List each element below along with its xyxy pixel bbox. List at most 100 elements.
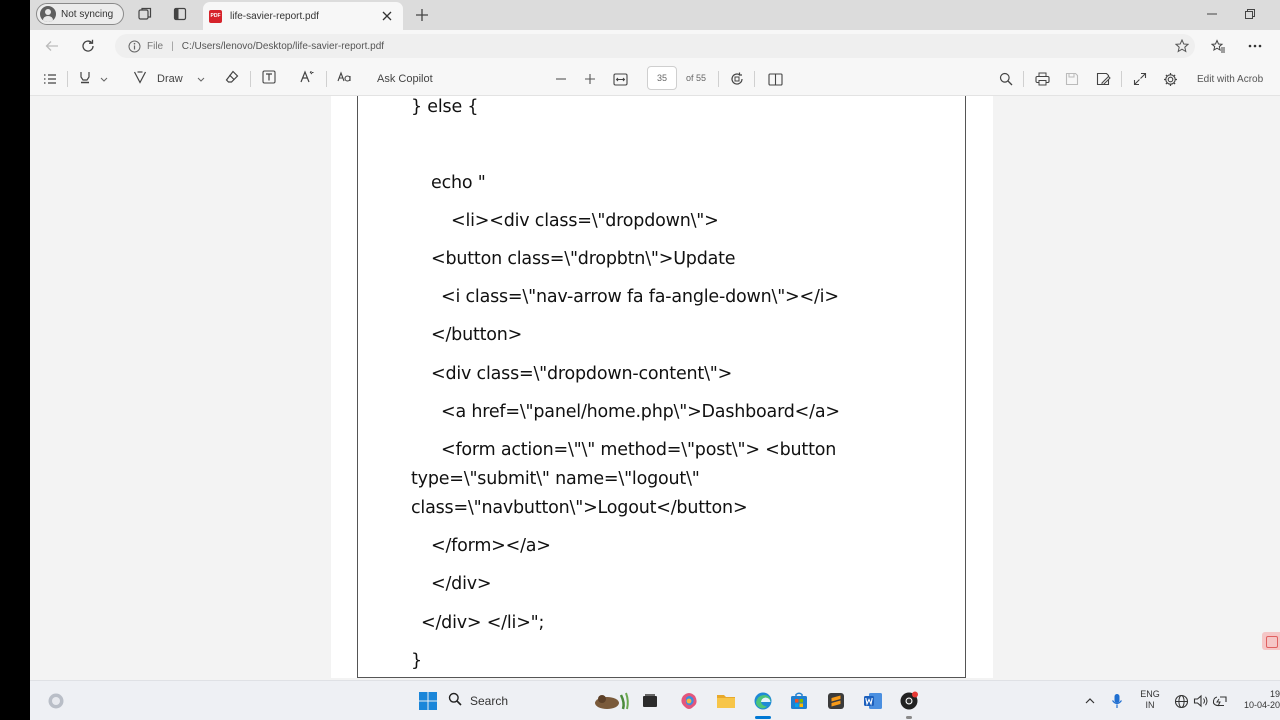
save-icon[interactable] [1065, 70, 1079, 88]
ask-copilot-label: Ask Copilot [377, 73, 433, 85]
pdf-viewport[interactable]: } else { echo " <li><div class=\"dropdow… [30, 96, 1280, 678]
toolbar-divider [1121, 71, 1122, 87]
file-explorer-icon[interactable] [715, 690, 737, 712]
code-line: <a href=\"panel/home.php\">Dashboard</a> [441, 402, 840, 422]
draw-label: Draw [157, 73, 183, 85]
minimize-icon[interactable] [1202, 4, 1222, 24]
page-total-label: of 55 [686, 73, 707, 83]
fit-page-icon[interactable] [613, 70, 628, 88]
taskbar-search[interactable]: Search [448, 689, 558, 713]
info-icon[interactable] [127, 39, 141, 53]
expand-icon[interactable] [1133, 70, 1147, 88]
back-arrow-icon[interactable] [42, 36, 62, 56]
tab-actions-icon[interactable] [172, 6, 188, 22]
code-line: <li><div class=\"dropdown\"> [451, 211, 719, 231]
region-code: IN [1145, 700, 1155, 710]
save-as-icon[interactable] [1096, 70, 1111, 88]
eraser-button[interactable] [225, 70, 239, 88]
toolbar-divider [67, 71, 68, 87]
clock-date: 10-04-20 [1243, 700, 1280, 710]
edit-with-acrobat-button[interactable]: Edit with Acrob [1197, 70, 1280, 88]
widgets-icon[interactable] [45, 690, 67, 712]
favorites-icon[interactable] [1208, 36, 1228, 56]
tab-pdf-document[interactable]: PDF life-savier-report.pdf [203, 2, 403, 30]
code-line: type=\"submit\" name=\"logout\" [411, 469, 700, 489]
copilot-icon[interactable] [678, 690, 700, 712]
zoom-in-icon[interactable] [584, 70, 596, 88]
profile-avatar-icon [40, 6, 56, 22]
page-view-icon[interactable] [768, 70, 783, 88]
toolbar-divider [326, 71, 327, 87]
network-icon[interactable] [1170, 690, 1192, 712]
code-line: <button class=\"dropbtn\">Update [431, 249, 736, 269]
chevron-down-icon [100, 70, 108, 88]
tab-strip: Not syncing PDF life-savier-report.pdf [30, 0, 1280, 30]
chevron-up-icon[interactable] [1079, 690, 1101, 712]
highlight-button[interactable] [78, 70, 108, 88]
print-icon[interactable] [1035, 70, 1050, 88]
refresh-icon[interactable] [78, 36, 98, 56]
toolbar-divider [718, 71, 719, 87]
search-highlight-icon[interactable] [592, 690, 632, 712]
active-app-indicator [755, 716, 771, 719]
rotate-icon[interactable] [730, 70, 744, 88]
highlighter-icon [78, 70, 92, 89]
clock[interactable]: 19 10-04-20 [1234, 689, 1280, 711]
battery-icon[interactable] [1209, 690, 1231, 712]
chrome-icon[interactable] [898, 690, 920, 712]
more-options-icon[interactable] [1245, 36, 1265, 56]
eraser-icon [225, 70, 239, 89]
toolbar-divider [754, 71, 755, 87]
toolbar-divider [1023, 71, 1024, 87]
contents-icon[interactable] [42, 70, 58, 88]
toolbar-divider [250, 71, 251, 87]
edit-with-acrobat-label: Edit with Acrob [1197, 73, 1264, 85]
acrobat-side-icon[interactable] [1262, 632, 1280, 650]
workspaces-icon[interactable] [137, 6, 153, 22]
page-number-input[interactable]: 35 [647, 66, 677, 90]
tab-title: life-savier-report.pdf [230, 10, 319, 22]
search-icon [448, 692, 462, 711]
pdf-toolbar: Draw Ask Copilot 35 of 55 Edit with Acro… [30, 62, 1280, 96]
clock-time: 19 [1269, 689, 1280, 699]
close-tab-icon[interactable] [379, 8, 395, 24]
code-line: class=\"navbutton\">Logout</button> [411, 498, 748, 518]
draw-button[interactable]: Draw [133, 70, 205, 88]
translate-button[interactable] [337, 70, 352, 88]
microphone-icon[interactable] [1106, 690, 1128, 712]
translate-icon [337, 70, 352, 89]
code-line: echo " [431, 173, 486, 193]
settings-gear-icon[interactable] [1163, 70, 1178, 88]
text-box-icon [262, 69, 276, 89]
zoom-out-icon[interactable] [555, 70, 567, 88]
url-text[interactable]: C:/Users/lenovo/Desktop/life-savier-repo… [182, 41, 384, 52]
windows-start-icon[interactable] [417, 690, 439, 712]
sublime-text-icon[interactable] [825, 690, 847, 712]
search-icon[interactable] [999, 70, 1013, 88]
address-field[interactable]: File | C:/Users/lenovo/Desktop/life-savi… [115, 34, 1195, 58]
profile-button[interactable]: Not syncing [36, 3, 124, 25]
favorite-star-icon[interactable] [1174, 38, 1190, 54]
ask-copilot-button[interactable]: Ask Copilot [377, 70, 433, 88]
language-indicator[interactable]: ENG IN [1138, 689, 1162, 711]
code-line: <div class=\"dropdown-content\"> [431, 364, 733, 384]
profile-status-label: Not syncing [61, 8, 114, 20]
code-line: </div> </li>"; [421, 613, 545, 633]
pdf-page: } else { echo " <li><div class=\"dropdow… [331, 96, 993, 678]
read-aloud-button[interactable] [300, 69, 314, 89]
word-icon[interactable] [862, 690, 884, 712]
microsoft-store-icon[interactable] [788, 690, 810, 712]
read-aloud-icon [300, 69, 314, 89]
add-text-button[interactable] [262, 69, 276, 89]
chevron-down-icon [197, 70, 205, 88]
code-line: </button> [431, 325, 523, 345]
code-line: <i class=\"nav-arrow fa fa-angle-down\">… [441, 287, 839, 307]
new-tab-button[interactable] [412, 5, 432, 25]
code-line: </div> [431, 574, 492, 594]
code-line: } [411, 651, 422, 671]
task-view-icon[interactable] [639, 690, 661, 712]
edge-browser-icon[interactable] [752, 690, 774, 712]
address-bar-row: File | C:/Users/lenovo/Desktop/life-savi… [30, 30, 1280, 62]
code-line: </form></a> [431, 536, 551, 556]
restore-icon[interactable] [1240, 4, 1260, 24]
